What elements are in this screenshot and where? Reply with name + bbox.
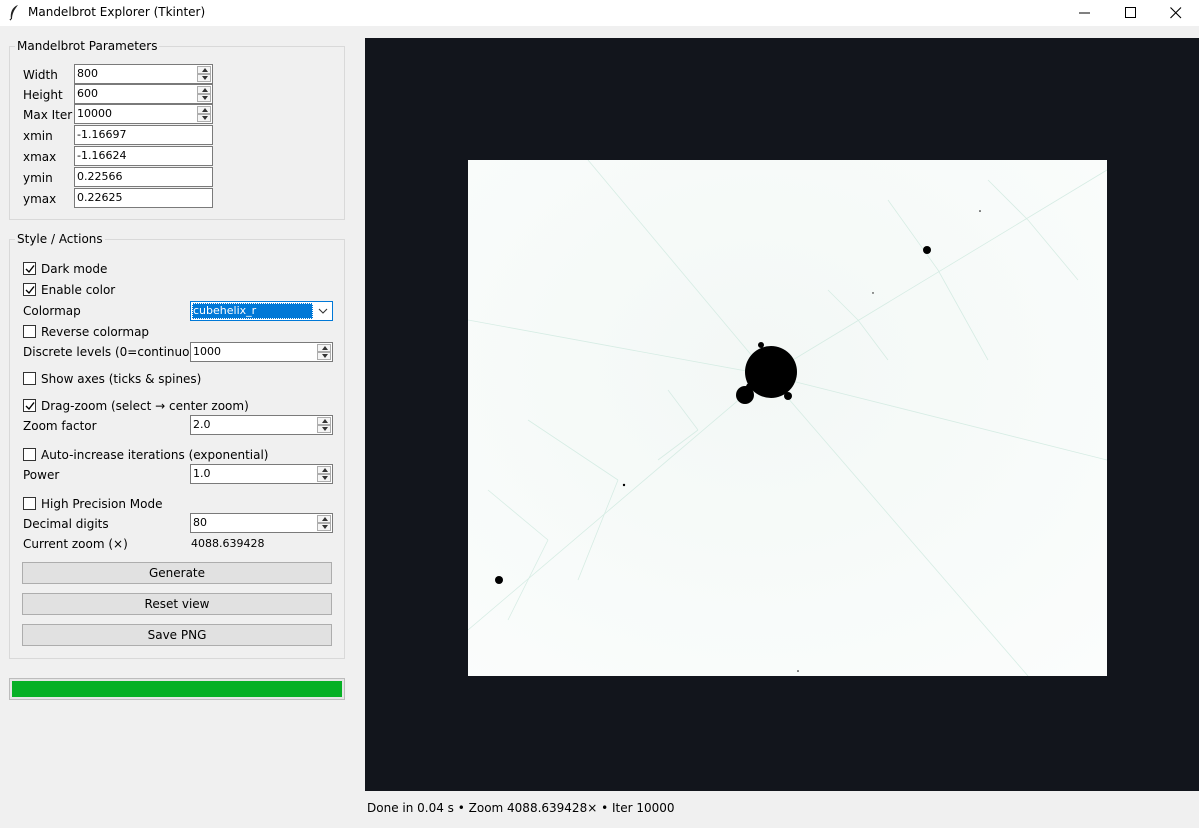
checkmark-icon xyxy=(25,402,35,411)
progress-bar xyxy=(9,678,345,700)
enable-color-label: Enable color xyxy=(41,283,116,297)
reverse-colormap-checkbox[interactable] xyxy=(23,325,36,338)
colormap-value: cubehelix_r xyxy=(192,303,313,319)
max-iter-value: 10000 xyxy=(77,107,112,120)
show-axes-checkbox[interactable] xyxy=(23,372,36,385)
colormap-select[interactable]: cubehelix_r xyxy=(190,301,333,321)
height-up-arrow[interactable] xyxy=(197,86,211,94)
colormap-label: Colormap xyxy=(23,304,81,318)
ymin-label: ymin xyxy=(23,171,53,185)
max-iter-up-arrow[interactable] xyxy=(197,106,211,114)
decimal-digits-spinbox[interactable]: 80 xyxy=(190,513,333,533)
height-down-arrow[interactable] xyxy=(197,94,211,102)
maximize-button[interactable] xyxy=(1108,0,1154,26)
dark-mode-label: Dark mode xyxy=(41,262,108,276)
height-value: 600 xyxy=(77,87,98,100)
power-label: Power xyxy=(23,468,60,482)
auto-increase-checkbox[interactable] xyxy=(23,448,36,461)
max-iter-label: Max Iter xyxy=(23,108,73,122)
height-label: Height xyxy=(23,88,63,102)
title-bar: Mandelbrot Explorer (Tkinter) xyxy=(0,0,1199,26)
progress-fill xyxy=(12,681,342,697)
power-up-arrow[interactable] xyxy=(317,466,331,474)
feather-icon xyxy=(9,5,18,21)
decimal-digits-up-arrow[interactable] xyxy=(317,515,331,523)
zoom-factor-value: 2.0 xyxy=(193,418,211,431)
xmin-label: xmin xyxy=(23,129,53,143)
checkmark-icon xyxy=(25,286,35,295)
high-precision-label: High Precision Mode xyxy=(41,497,163,511)
zoom-factor-spinbox[interactable]: 2.0 xyxy=(190,415,333,435)
close-button[interactable] xyxy=(1153,0,1199,26)
decimal-digits-value: 80 xyxy=(193,516,207,529)
max-iter-down-arrow[interactable] xyxy=(197,114,211,122)
auto-increase-label: Auto-increase iterations (exponential) xyxy=(41,448,269,462)
style-actions-legend: Style / Actions xyxy=(15,232,105,246)
power-value: 1.0 xyxy=(193,467,211,480)
width-down-arrow[interactable] xyxy=(197,74,211,82)
width-spinbox[interactable]: 800 xyxy=(74,64,213,84)
xmax-field[interactable]: -1.16624 xyxy=(74,146,213,166)
window-title: Mandelbrot Explorer (Tkinter) xyxy=(28,5,206,19)
power-spinbox[interactable]: 1.0 xyxy=(190,464,333,484)
generate-button[interactable]: Generate xyxy=(22,562,332,584)
enable-color-checkbox[interactable] xyxy=(23,283,36,296)
save-png-button[interactable]: Save PNG xyxy=(22,624,332,646)
close-icon xyxy=(1170,7,1182,19)
status-text: Done in 0.04 s • Zoom 4088.639428× • Ite… xyxy=(367,801,675,815)
width-label: Width xyxy=(23,68,58,82)
width-value: 800 xyxy=(77,67,98,80)
current-zoom-label: Current zoom (×) xyxy=(23,537,128,551)
max-iter-spinbox[interactable]: 10000 xyxy=(74,104,213,124)
checkmark-icon xyxy=(25,265,35,274)
xmin-field[interactable]: -1.16697 xyxy=(74,125,213,145)
decimal-digits-label: Decimal digits xyxy=(23,517,109,531)
decimal-digits-down-arrow[interactable] xyxy=(317,523,331,531)
discrete-levels-down-arrow[interactable] xyxy=(317,352,331,360)
fractal-canvas[interactable] xyxy=(365,38,1199,791)
reverse-colormap-label: Reverse colormap xyxy=(41,325,150,339)
ymax-label: ymax xyxy=(23,192,57,206)
parameters-legend: Mandelbrot Parameters xyxy=(15,39,160,53)
ymax-field[interactable]: 0.22625 xyxy=(74,188,213,208)
minimize-icon xyxy=(1079,12,1090,14)
minimize-button[interactable] xyxy=(1062,0,1108,26)
reset-view-button[interactable]: Reset view xyxy=(22,593,332,615)
drag-zoom-label: Drag-zoom (select → center zoom) xyxy=(41,399,249,413)
high-precision-checkbox[interactable] xyxy=(23,497,36,510)
show-axes-label: Show axes (ticks & spines) xyxy=(41,372,202,386)
power-down-arrow[interactable] xyxy=(317,474,331,482)
discrete-levels-value: 1000 xyxy=(193,345,221,358)
height-spinbox[interactable]: 600 xyxy=(74,84,213,104)
zoom-factor-down-arrow[interactable] xyxy=(317,425,331,433)
ymin-field[interactable]: 0.22566 xyxy=(74,167,213,187)
width-up-arrow[interactable] xyxy=(197,66,211,74)
zoom-factor-up-arrow[interactable] xyxy=(317,417,331,425)
discrete-levels-spinbox[interactable]: 1000 xyxy=(190,342,333,362)
mandelbrot-image[interactable] xyxy=(468,160,1107,676)
maximize-icon xyxy=(1125,7,1136,18)
discrete-levels-label: Discrete levels (0=continuous) xyxy=(23,345,209,359)
zoom-factor-label: Zoom factor xyxy=(23,419,97,433)
current-zoom-value: 4088.639428 xyxy=(191,537,265,550)
xmax-label: xmax xyxy=(23,150,57,164)
chevron-down-icon[interactable] xyxy=(318,308,328,314)
discrete-levels-up-arrow[interactable] xyxy=(317,344,331,352)
dark-mode-checkbox[interactable] xyxy=(23,262,36,275)
drag-zoom-checkbox[interactable] xyxy=(23,399,36,412)
